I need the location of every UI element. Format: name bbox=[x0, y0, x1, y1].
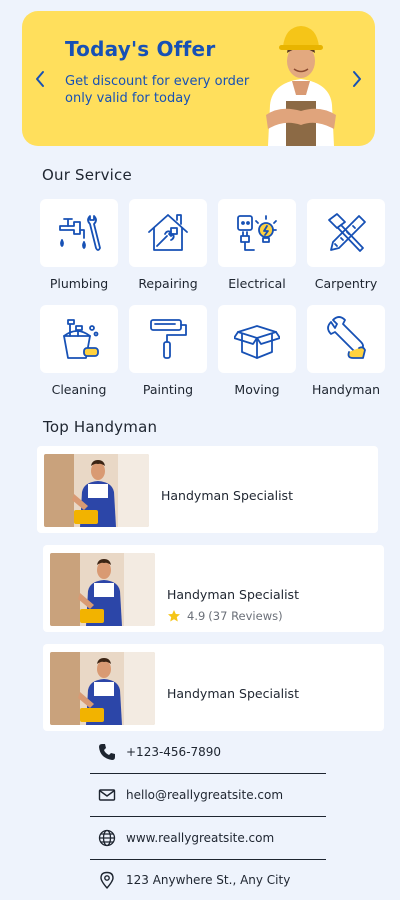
contact-text: 123 Anywhere St., Any City bbox=[126, 872, 291, 887]
service-tile[interactable] bbox=[40, 305, 118, 373]
offer-banner[interactable]: Today's Offer Get discount for every ord… bbox=[22, 11, 375, 146]
cleaning-bucket-icon bbox=[63, 319, 99, 359]
wrench-hand-icon bbox=[327, 316, 366, 359]
service-tile[interactable] bbox=[129, 305, 207, 373]
contact-website[interactable]: www.reallygreatsite.com bbox=[90, 817, 326, 860]
service-plumbing[interactable]: Plumbing bbox=[40, 199, 118, 291]
service-tile[interactable] bbox=[307, 199, 385, 267]
handyman-card[interactable]: Handyman Specialist 4.9 (37 Reviews) bbox=[43, 545, 384, 632]
service-cleaning[interactable]: Cleaning bbox=[40, 305, 118, 397]
handyman-name: Handyman Specialist bbox=[161, 488, 293, 503]
rating-value: 4.9 bbox=[187, 609, 206, 623]
service-tile[interactable] bbox=[40, 199, 118, 267]
service-label: Electrical bbox=[228, 276, 286, 291]
service-tile[interactable] bbox=[307, 305, 385, 373]
handyman-rating: 4.9 (37 Reviews) bbox=[167, 609, 283, 623]
service-handyman[interactable]: Handyman bbox=[307, 305, 385, 397]
handyman-name: Handyman Specialist bbox=[167, 587, 299, 602]
next-offer-button[interactable] bbox=[348, 66, 366, 92]
handyman-photo bbox=[266, 26, 336, 146]
service-electrical[interactable]: Electrical bbox=[218, 199, 296, 291]
service-label: Painting bbox=[142, 382, 194, 397]
contact-text: +123-456-7890 bbox=[126, 745, 222, 759]
contact-address[interactable]: 123 Anywhere St., Any City bbox=[90, 858, 326, 900]
service-label: Cleaning bbox=[51, 382, 107, 397]
globe-icon bbox=[98, 829, 116, 847]
star-icon bbox=[168, 610, 180, 622]
mail-icon bbox=[98, 789, 116, 801]
service-painting[interactable]: Painting bbox=[129, 305, 207, 397]
contact-phone[interactable]: +123-456-7890 bbox=[90, 731, 326, 774]
handyman-name: Handyman Specialist bbox=[167, 686, 299, 701]
chevron-right-icon bbox=[353, 71, 361, 87]
service-label: Moving bbox=[234, 382, 280, 397]
service-repairing[interactable]: Repairing bbox=[129, 199, 207, 291]
service-tile[interactable] bbox=[218, 199, 296, 267]
service-tile[interactable] bbox=[129, 199, 207, 267]
prev-offer-button[interactable] bbox=[31, 66, 49, 92]
service-label: Repairing bbox=[138, 276, 198, 291]
electrical-plug-icon bbox=[237, 215, 277, 251]
offer-text: Get discount for every order only valid … bbox=[65, 74, 250, 106]
contact-text: hello@reallygreatsite.com bbox=[126, 788, 284, 802]
offer-title: Today's Offer bbox=[65, 37, 216, 61]
carpentry-tools-icon bbox=[328, 213, 366, 252]
moving-box-icon bbox=[234, 325, 280, 359]
service-tile[interactable] bbox=[218, 305, 296, 373]
handyman-card-photo bbox=[50, 652, 155, 725]
handyman-card[interactable]: Handyman Specialist bbox=[43, 644, 384, 731]
contact-text: www.reallygreatsite.com bbox=[126, 831, 275, 845]
our-service-heading: Our Service bbox=[42, 166, 132, 184]
review-count: (37 Reviews) bbox=[208, 609, 283, 623]
paint-roller-icon bbox=[150, 319, 187, 359]
handyman-card-photo bbox=[50, 553, 155, 626]
house-repair-icon bbox=[148, 214, 188, 251]
contact-email[interactable]: hello@reallygreatsite.com bbox=[90, 774, 326, 817]
service-label: Plumbing bbox=[49, 276, 109, 291]
phone-icon bbox=[99, 744, 115, 760]
top-handyman-heading: Top Handyman bbox=[43, 418, 158, 436]
plumbing-icon bbox=[59, 215, 101, 251]
chevron-left-icon bbox=[36, 71, 44, 87]
handyman-card-photo bbox=[44, 454, 149, 527]
service-moving[interactable]: Moving bbox=[218, 305, 296, 397]
service-label: Carpentry bbox=[314, 276, 378, 291]
service-label: Handyman bbox=[311, 382, 381, 397]
location-pin-icon bbox=[100, 871, 114, 889]
service-carpentry[interactable]: Carpentry bbox=[307, 199, 385, 291]
handyman-card[interactable]: Handyman Specialist bbox=[37, 446, 378, 533]
